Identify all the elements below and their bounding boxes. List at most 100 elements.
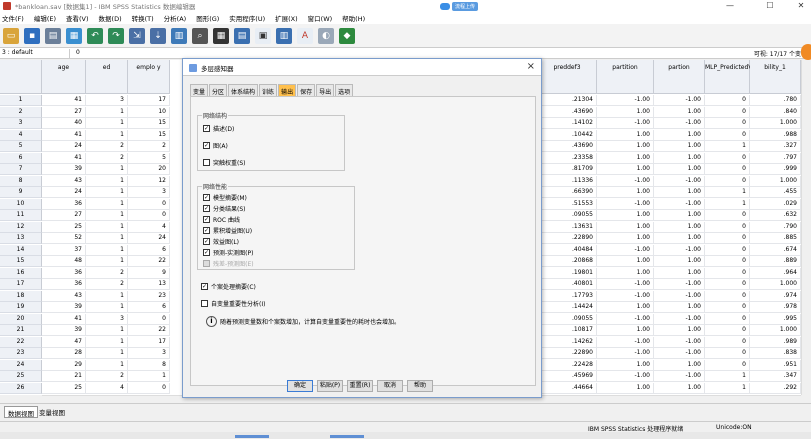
menu-item-8[interactable]: 扩展(X) bbox=[275, 13, 298, 23]
table-cell[interactable]: 1.00 bbox=[654, 164, 705, 175]
row-header[interactable]: 16 bbox=[0, 267, 42, 279]
table-cell[interactable]: 20 bbox=[128, 164, 170, 175]
table-cell[interactable]: 1 bbox=[86, 256, 128, 267]
column-header[interactable]: preddef3 bbox=[538, 60, 597, 94]
table-cell[interactable]: 0 bbox=[705, 256, 750, 267]
table-cell[interactable]: 0 bbox=[705, 267, 750, 279]
row-header[interactable]: 26 bbox=[0, 382, 42, 394]
table-cell[interactable]: 0 bbox=[705, 95, 750, 106]
split-file-icon[interactable]: ▣ bbox=[255, 27, 271, 44]
table-cell[interactable]: 4 bbox=[128, 221, 170, 233]
table-cell[interactable]: 1.00 bbox=[597, 152, 654, 164]
table-cell[interactable]: 52 bbox=[42, 233, 86, 244]
table-cell[interactable]: 0 bbox=[705, 233, 750, 244]
table-cell[interactable]: 15 bbox=[128, 129, 170, 141]
table-cell[interactable]: .45969 bbox=[538, 371, 597, 382]
table-cell[interactable]: 3 bbox=[86, 95, 128, 106]
table-cell[interactable]: 2 bbox=[128, 141, 170, 152]
table-cell[interactable]: 27 bbox=[42, 106, 86, 118]
table-cell[interactable]: .22890 bbox=[538, 348, 597, 359]
row-header[interactable]: 18 bbox=[0, 290, 42, 302]
table-cell[interactable]: .790 bbox=[750, 221, 801, 233]
dialog-recall-icon[interactable]: ▦ bbox=[66, 27, 82, 44]
table-cell[interactable]: 6 bbox=[128, 302, 170, 313]
print-icon[interactable]: ▤ bbox=[45, 27, 61, 44]
table-cell[interactable]: .10442 bbox=[538, 129, 597, 141]
show-all-variables-icon[interactable]: ◆ bbox=[339, 27, 355, 44]
tab-data-view[interactable]: 数据视图 bbox=[4, 406, 38, 418]
table-cell[interactable]: .632 bbox=[750, 210, 801, 221]
table-cell[interactable]: 0 bbox=[705, 106, 750, 118]
cell-value[interactable]: 0 bbox=[76, 49, 80, 56]
table-cell[interactable]: .14424 bbox=[538, 302, 597, 313]
dialog-tab-4[interactable]: 输出 bbox=[278, 84, 297, 96]
dialog-tab-1[interactable]: 分区 bbox=[209, 84, 228, 96]
table-cell[interactable]: 1 bbox=[86, 244, 128, 256]
table-cell[interactable]: 1 bbox=[86, 106, 128, 118]
table-cell[interactable]: -1.00 bbox=[654, 290, 705, 302]
checkbox-lift[interactable]: ✓ 效益图(L) bbox=[203, 237, 239, 246]
row-header[interactable]: 4 bbox=[0, 129, 42, 141]
save-icon[interactable]: ▪ bbox=[24, 27, 40, 44]
table-cell[interactable]: -1.00 bbox=[654, 95, 705, 106]
row-header[interactable]: 22 bbox=[0, 336, 42, 348]
insert-variable-icon[interactable]: ▤ bbox=[234, 27, 250, 44]
table-cell[interactable]: 41 bbox=[42, 313, 86, 325]
table-cell[interactable]: 1.00 bbox=[597, 359, 654, 371]
table-cell[interactable]: 1 bbox=[86, 198, 128, 210]
table-cell[interactable]: .780 bbox=[750, 95, 801, 106]
table-cell[interactable]: 10 bbox=[128, 106, 170, 118]
table-cell[interactable]: 5 bbox=[128, 152, 170, 164]
menu-item-6[interactable]: 图形(G) bbox=[196, 13, 219, 23]
table-cell[interactable]: .22890 bbox=[538, 233, 597, 244]
table-cell[interactable]: 1.00 bbox=[597, 382, 654, 394]
table-cell[interactable]: 12 bbox=[128, 175, 170, 187]
checkbox-predicted-observed[interactable]: ✓ 预测-实测图(P) bbox=[203, 248, 253, 257]
table-cell[interactable]: 1.00 bbox=[597, 129, 654, 141]
table-cell[interactable]: 39 bbox=[42, 302, 86, 313]
table-cell[interactable]: -1.00 bbox=[654, 118, 705, 129]
table-cell[interactable]: 43 bbox=[42, 290, 86, 302]
table-cell[interactable]: .978 bbox=[750, 302, 801, 313]
row-header[interactable]: 25 bbox=[0, 371, 42, 382]
table-cell[interactable]: .988 bbox=[750, 129, 801, 141]
table-cell[interactable]: .292 bbox=[750, 382, 801, 394]
table-cell[interactable]: 2 bbox=[86, 152, 128, 164]
dialog-tab-7[interactable]: 选项 bbox=[335, 84, 354, 96]
row-header[interactable]: 9 bbox=[0, 187, 42, 198]
table-cell[interactable]: 4 bbox=[86, 382, 128, 394]
close-button[interactable]: ✕ bbox=[790, 0, 811, 12]
dialog-button-2[interactable]: 重置(R) bbox=[347, 380, 373, 392]
table-cell[interactable]: 1 bbox=[86, 325, 128, 336]
table-cell[interactable]: 39 bbox=[42, 325, 86, 336]
table-cell[interactable]: 17 bbox=[128, 95, 170, 106]
table-cell[interactable]: 1.00 bbox=[654, 187, 705, 198]
row-header[interactable]: 17 bbox=[0, 279, 42, 290]
table-cell[interactable]: 47 bbox=[42, 336, 86, 348]
table-cell[interactable]: .14262 bbox=[538, 336, 597, 348]
menu-item-3[interactable]: 数据(D) bbox=[99, 13, 122, 23]
redo-icon[interactable]: ↷ bbox=[108, 27, 124, 44]
table-cell[interactable]: .17793 bbox=[538, 290, 597, 302]
table-cell[interactable]: .974 bbox=[750, 290, 801, 302]
table-cell[interactable]: .838 bbox=[750, 348, 801, 359]
row-header[interactable]: 13 bbox=[0, 233, 42, 244]
table-cell[interactable]: -1.00 bbox=[597, 336, 654, 348]
column-header[interactable]: partion bbox=[654, 60, 705, 94]
table-cell[interactable]: 1 bbox=[86, 118, 128, 129]
table-cell[interactable]: -1.00 bbox=[654, 313, 705, 325]
row-header[interactable]: 23 bbox=[0, 348, 42, 359]
table-cell[interactable]: .327 bbox=[750, 141, 801, 152]
dialog-tab-6[interactable]: 导出 bbox=[316, 84, 335, 96]
row-header[interactable]: 10 bbox=[0, 198, 42, 210]
column-header[interactable]: partition bbox=[597, 60, 654, 94]
grid-corner[interactable] bbox=[0, 60, 42, 94]
table-cell[interactable]: 1 bbox=[128, 371, 170, 382]
table-cell[interactable]: 1.00 bbox=[654, 359, 705, 371]
table-cell[interactable]: 0 bbox=[705, 336, 750, 348]
table-cell[interactable]: 2 bbox=[86, 141, 128, 152]
table-cell[interactable]: 43 bbox=[42, 175, 86, 187]
table-cell[interactable]: 1.00 bbox=[654, 233, 705, 244]
table-cell[interactable]: 1 bbox=[86, 210, 128, 221]
table-cell[interactable]: 0 bbox=[128, 382, 170, 394]
